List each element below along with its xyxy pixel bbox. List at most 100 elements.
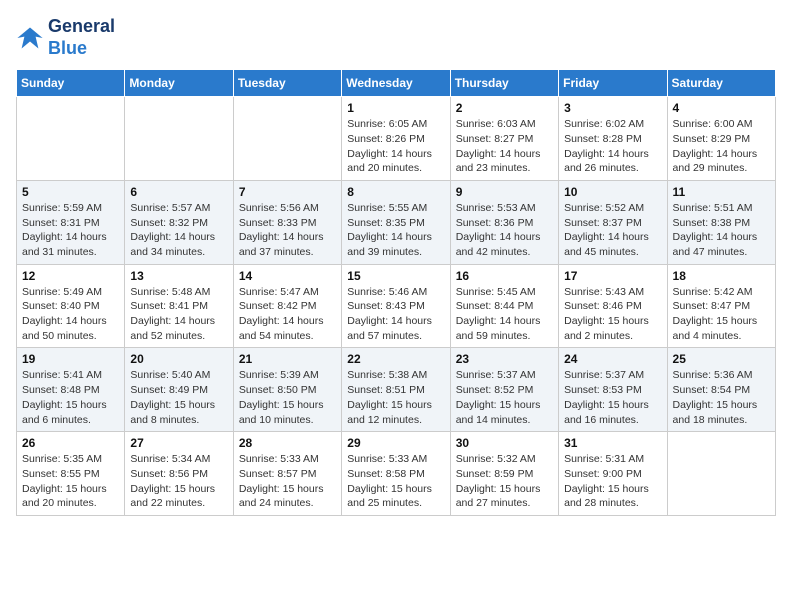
calendar-cell: 13 Sunrise: 5:48 AMSunset: 8:41 PMDayligh… — [125, 264, 233, 348]
day-number: 7 — [239, 185, 336, 199]
calendar-cell — [667, 432, 775, 516]
day-info: Sunrise: 5:45 AMSunset: 8:44 PMDaylight:… — [456, 285, 553, 344]
calendar-cell — [233, 97, 341, 181]
calendar-cell: 28 Sunrise: 5:33 AMSunset: 8:57 PMDayligh… — [233, 432, 341, 516]
calendar-week-row: 26 Sunrise: 5:35 AMSunset: 8:55 PMDayligh… — [17, 432, 776, 516]
day-info: Sunrise: 5:32 AMSunset: 8:59 PMDaylight:… — [456, 452, 553, 511]
day-info: Sunrise: 5:51 AMSunset: 8:38 PMDaylight:… — [673, 201, 770, 260]
calendar-cell: 7 Sunrise: 5:56 AMSunset: 8:33 PMDaylight… — [233, 180, 341, 264]
day-number: 8 — [347, 185, 444, 199]
day-info: Sunrise: 5:48 AMSunset: 8:41 PMDaylight:… — [130, 285, 227, 344]
calendar-cell: 15Sunrise: 5:46 AMSunset: 8:43 PMDayligh… — [342, 264, 450, 348]
day-info: Sunrise: 5:55 AMSunset: 8:35 PMDaylight:… — [347, 201, 444, 260]
day-number: 23 — [456, 352, 553, 366]
calendar-week-row: 12Sunrise: 5:49 AMSunset: 8:40 PMDayligh… — [17, 264, 776, 348]
page-header: General Blue — [16, 16, 776, 59]
logo-text: General Blue — [48, 16, 115, 59]
calendar-cell: 17 Sunrise: 5:43 AMSunset: 8:46 PMDayligh… — [559, 264, 667, 348]
day-info: Sunrise: 5:40 AMSunset: 8:49 PMDaylight:… — [130, 368, 227, 427]
calendar-week-row: 5Sunrise: 5:59 AMSunset: 8:31 PMDaylight… — [17, 180, 776, 264]
calendar-cell: 12Sunrise: 5:49 AMSunset: 8:40 PMDayligh… — [17, 264, 125, 348]
day-number: 31 — [564, 436, 661, 450]
calendar-cell: 3 Sunrise: 6:02 AMSunset: 8:28 PMDaylight… — [559, 97, 667, 181]
day-number: 28 — [239, 436, 336, 450]
day-number: 29 — [347, 436, 444, 450]
day-info: Sunrise: 5:59 AMSunset: 8:31 PMDaylight:… — [22, 201, 119, 260]
calendar-cell: 30 Sunrise: 5:32 AMSunset: 8:59 PMDayligh… — [450, 432, 558, 516]
calendar-cell: 29 Sunrise: 5:33 AMSunset: 8:58 PMDayligh… — [342, 432, 450, 516]
day-number: 16 — [456, 269, 553, 283]
calendar-cell: 22 Sunrise: 5:38 AMSunset: 8:51 PMDayligh… — [342, 348, 450, 432]
calendar-cell: 11 Sunrise: 5:51 AMSunset: 8:38 PMDayligh… — [667, 180, 775, 264]
dow-header: Sunday — [17, 70, 125, 97]
day-info: Sunrise: 5:33 AMSunset: 8:58 PMDaylight:… — [347, 452, 444, 511]
day-info: Sunrise: 6:05 AMSunset: 8:26 PMDaylight:… — [347, 117, 444, 176]
calendar-cell: 18 Sunrise: 5:42 AMSunset: 8:47 PMDayligh… — [667, 264, 775, 348]
calendar-cell: 25 Sunrise: 5:36 AMSunset: 8:54 PMDayligh… — [667, 348, 775, 432]
calendar-cell: 21Sunrise: 5:39 AMSunset: 8:50 PMDayligh… — [233, 348, 341, 432]
calendar-cell: 1 Sunrise: 6:05 AMSunset: 8:26 PMDaylight… — [342, 97, 450, 181]
calendar-week-row: 1 Sunrise: 6:05 AMSunset: 8:26 PMDaylight… — [17, 97, 776, 181]
day-number: 20 — [130, 352, 227, 366]
calendar-cell: 16 Sunrise: 5:45 AMSunset: 8:44 PMDayligh… — [450, 264, 558, 348]
calendar-cell: 9 Sunrise: 5:53 AMSunset: 8:36 PMDaylight… — [450, 180, 558, 264]
day-number: 26 — [22, 436, 119, 450]
calendar-cell: 4Sunrise: 6:00 AMSunset: 8:29 PMDaylight… — [667, 97, 775, 181]
calendar-cell — [125, 97, 233, 181]
calendar-cell: 20 Sunrise: 5:40 AMSunset: 8:49 PMDayligh… — [125, 348, 233, 432]
calendar-cell: 23 Sunrise: 5:37 AMSunset: 8:52 PMDayligh… — [450, 348, 558, 432]
calendar-body: 1 Sunrise: 6:05 AMSunset: 8:26 PMDaylight… — [17, 97, 776, 516]
calendar-cell: 6 Sunrise: 5:57 AMSunset: 8:32 PMDaylight… — [125, 180, 233, 264]
calendar-cell: 8 Sunrise: 5:55 AMSunset: 8:35 PMDaylight… — [342, 180, 450, 264]
day-number: 6 — [130, 185, 227, 199]
calendar-cell: 26 Sunrise: 5:35 AMSunset: 8:55 PMDayligh… — [17, 432, 125, 516]
day-info: Sunrise: 5:35 AMSunset: 8:55 PMDaylight:… — [22, 452, 119, 511]
calendar-cell: 31 Sunrise: 5:31 AMSunset: 9:00 PMDayligh… — [559, 432, 667, 516]
day-number: 9 — [456, 185, 553, 199]
day-info: Sunrise: 5:52 AMSunset: 8:37 PMDaylight:… — [564, 201, 661, 260]
day-info: Sunrise: 5:57 AMSunset: 8:32 PMDaylight:… — [130, 201, 227, 260]
day-number: 22 — [347, 352, 444, 366]
day-number: 24 — [564, 352, 661, 366]
day-info: Sunrise: 5:42 AMSunset: 8:47 PMDaylight:… — [673, 285, 770, 344]
day-info: Sunrise: 5:56 AMSunset: 8:33 PMDaylight:… — [239, 201, 336, 260]
day-info: Sunrise: 5:33 AMSunset: 8:57 PMDaylight:… — [239, 452, 336, 511]
dow-header: Friday — [559, 70, 667, 97]
day-number: 13 — [130, 269, 227, 283]
day-number: 21 — [239, 352, 336, 366]
day-number: 25 — [673, 352, 770, 366]
dow-header: Tuesday — [233, 70, 341, 97]
calendar-week-row: 19Sunrise: 5:41 AMSunset: 8:48 PMDayligh… — [17, 348, 776, 432]
calendar-cell — [17, 97, 125, 181]
day-number: 18 — [673, 269, 770, 283]
day-number: 10 — [564, 185, 661, 199]
day-number: 11 — [673, 185, 770, 199]
day-info: Sunrise: 6:02 AMSunset: 8:28 PMDaylight:… — [564, 117, 661, 176]
day-info: Sunrise: 5:34 AMSunset: 8:56 PMDaylight:… — [130, 452, 227, 511]
day-number: 3 — [564, 101, 661, 115]
day-info: Sunrise: 5:53 AMSunset: 8:36 PMDaylight:… — [456, 201, 553, 260]
logo: General Blue — [16, 16, 115, 59]
day-info: Sunrise: 5:47 AMSunset: 8:42 PMDaylight:… — [239, 285, 336, 344]
day-info: Sunrise: 5:38 AMSunset: 8:51 PMDaylight:… — [347, 368, 444, 427]
day-info: Sunrise: 5:46 AMSunset: 8:43 PMDaylight:… — [347, 285, 444, 344]
day-number: 12 — [22, 269, 119, 283]
dow-header: Thursday — [450, 70, 558, 97]
day-info: Sunrise: 5:41 AMSunset: 8:48 PMDaylight:… — [22, 368, 119, 427]
day-number: 17 — [564, 269, 661, 283]
day-number: 1 — [347, 101, 444, 115]
day-info: Sunrise: 5:43 AMSunset: 8:46 PMDaylight:… — [564, 285, 661, 344]
day-info: Sunrise: 5:31 AMSunset: 9:00 PMDaylight:… — [564, 452, 661, 511]
dow-header: Wednesday — [342, 70, 450, 97]
calendar-cell: 14 Sunrise: 5:47 AMSunset: 8:42 PMDayligh… — [233, 264, 341, 348]
day-number: 4 — [673, 101, 770, 115]
day-number: 14 — [239, 269, 336, 283]
day-info: Sunrise: 5:36 AMSunset: 8:54 PMDaylight:… — [673, 368, 770, 427]
day-number: 2 — [456, 101, 553, 115]
day-number: 27 — [130, 436, 227, 450]
calendar-table: SundayMondayTuesdayWednesdayThursdayFrid… — [16, 69, 776, 516]
days-of-week-row: SundayMondayTuesdayWednesdayThursdayFrid… — [17, 70, 776, 97]
day-info: Sunrise: 5:37 AMSunset: 8:52 PMDaylight:… — [456, 368, 553, 427]
day-number: 30 — [456, 436, 553, 450]
day-info: Sunrise: 5:37 AMSunset: 8:53 PMDaylight:… — [564, 368, 661, 427]
